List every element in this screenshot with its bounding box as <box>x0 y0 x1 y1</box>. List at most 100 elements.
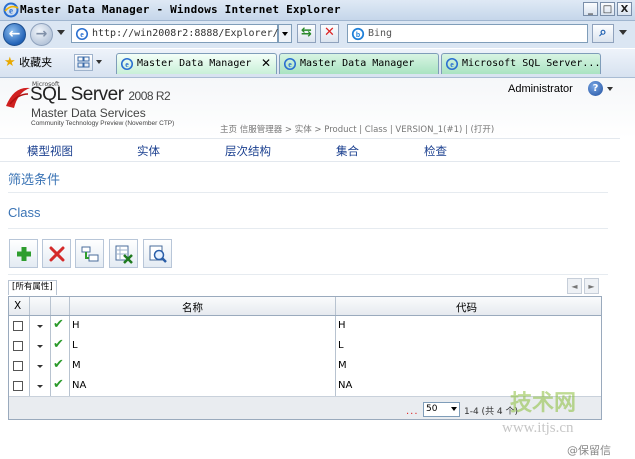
more-pages-indicator[interactable]: ... <box>406 406 419 417</box>
forward-button[interactable]: → <box>30 23 53 46</box>
row-name[interactable]: H <box>72 320 80 331</box>
tab-master-data-manager-2[interactable]: e Master Data Manager <box>279 53 439 74</box>
view-details-button[interactable] <box>143 239 172 268</box>
user-name: Administrator <box>508 83 573 95</box>
help-dropdown-icon[interactable] <box>607 87 613 91</box>
svg-text:e: e <box>450 60 454 69</box>
header-name-label: 名称 <box>182 302 203 314</box>
tab-label: Master Data Manager <box>137 58 252 69</box>
table-row[interactable]: ✔ M M <box>9 356 601 377</box>
search-placeholder: Bing <box>368 28 393 39</box>
tab-sql-server[interactable]: e Microsoft SQL Server... <box>441 53 601 74</box>
menu-collection[interactable]: 集合 <box>336 143 359 159</box>
page-icon: e <box>75 27 89 41</box>
hierarchy-icon <box>81 246 99 262</box>
page-size-select[interactable]: 50 <box>423 402 460 417</box>
row-code[interactable]: H <box>338 320 346 331</box>
help-icon[interactable]: ? <box>588 81 603 96</box>
row-name[interactable]: M <box>72 360 81 371</box>
window-title: Master Data Manager - Windows Internet E… <box>20 3 341 16</box>
row-checkbox[interactable] <box>13 361 23 371</box>
valid-check-icon: ✔ <box>53 377 64 392</box>
next-attributes-button[interactable]: ► <box>584 278 599 294</box>
watermark-logo: 技术网 <box>510 391 577 416</box>
svg-text:e: e <box>80 30 84 39</box>
grid-icon <box>77 56 90 68</box>
close-window-button[interactable]: X <box>617 2 632 16</box>
merge-members-button[interactable] <box>75 239 104 268</box>
watermark-url: www.itjs.cn <box>502 420 574 436</box>
tab-master-data-manager-1[interactable]: e Master Data Manager ✕ <box>116 53 277 74</box>
svg-text:e: e <box>288 60 292 69</box>
menu-model-view[interactable]: 模型视图 <box>27 143 73 159</box>
stop-button[interactable]: ✕ <box>320 24 339 43</box>
back-button[interactable]: ← <box>3 23 26 46</box>
bing-icon: b <box>351 27 365 41</box>
header-code[interactable]: 代码 <box>336 297 601 315</box>
url-dropdown-button[interactable] <box>278 24 292 43</box>
header-select-cell[interactable]: X <box>9 297 30 315</box>
search-input[interactable]: b Bing <box>347 24 588 43</box>
title-bar: e Master Data Manager - Windows Internet… <box>0 0 635 21</box>
row-menu-icon[interactable] <box>37 325 43 328</box>
history-dropdown-icon[interactable] <box>57 30 65 35</box>
table-row[interactable]: ✔ H H <box>9 316 601 337</box>
tab-label: Master Data Manager <box>300 58 415 69</box>
header-code-label: 代码 <box>456 302 477 314</box>
maximize-button[interactable]: □ <box>600 2 615 16</box>
row-menu-icon[interactable] <box>37 365 43 368</box>
search-button[interactable]: ⌕ <box>592 24 614 43</box>
refresh-button[interactable]: ⇆ <box>297 24 316 43</box>
header-name[interactable]: 名称 <box>70 297 336 315</box>
svg-text:e: e <box>125 60 129 69</box>
row-name[interactable]: NA <box>72 380 86 391</box>
export-excel-button[interactable] <box>109 239 138 268</box>
row-code[interactable]: L <box>338 340 344 351</box>
excel-icon <box>115 245 133 264</box>
row-menu-icon[interactable] <box>37 345 43 348</box>
ctp-label: Community Technology Preview (November C… <box>31 120 175 127</box>
row-checkbox[interactable] <box>13 321 23 331</box>
row-checkbox[interactable] <box>13 341 23 351</box>
url-input[interactable]: e http://win2008r2:8888/Explorer/ <box>71 24 278 43</box>
tab-page-icon: e <box>283 57 297 71</box>
favorites-star-icon: ★ <box>4 55 16 70</box>
product-name: SQL Server 2008 R2 <box>30 84 171 106</box>
table-row[interactable]: ✔ L L <box>9 336 601 357</box>
delete-member-button[interactable] <box>42 239 71 268</box>
row-menu-icon[interactable] <box>37 385 43 388</box>
close-tab-icon[interactable]: ✕ <box>261 56 271 70</box>
all-attributes-tab[interactable]: [所有属性] <box>8 280 57 295</box>
menu-entity[interactable]: 实体 <box>137 143 160 159</box>
header-status-cell <box>51 297 70 315</box>
valid-check-icon: ✔ <box>53 317 64 332</box>
delete-x-icon <box>49 246 65 262</box>
breadcrumb[interactable]: 主页 信服管理器 > 实体 > Product | Class | VERSIO… <box>220 123 494 135</box>
stop-icon: ✕ <box>324 25 335 40</box>
magnifier-icon <box>149 245 167 263</box>
search-options-dropdown-icon[interactable] <box>619 30 627 35</box>
filter-title[interactable]: 筛选条件 <box>8 169 60 188</box>
row-code[interactable]: NA <box>338 380 352 391</box>
minimize-button[interactable]: _ <box>583 2 598 16</box>
divider <box>8 274 608 275</box>
row-checkbox[interactable] <box>13 381 23 391</box>
row-name[interactable]: L <box>72 340 78 351</box>
prev-attributes-button[interactable]: ◄ <box>567 278 582 294</box>
tab-page-icon: e <box>445 57 459 71</box>
tab-bar: ★ 收藏夹 e Master Data Manager ✕ e Master D… <box>0 49 635 78</box>
divider <box>8 228 608 229</box>
app-header: Microsoft SQL Server 2008 R2 Master Data… <box>0 78 635 138</box>
forward-arrow-icon: → <box>35 26 48 42</box>
valid-check-icon: ✔ <box>53 357 64 372</box>
row-code[interactable]: M <box>338 360 347 371</box>
favorites-button[interactable]: ★ 收藏夹 <box>4 54 52 70</box>
add-member-button[interactable] <box>9 239 38 268</box>
menu-hierarchy[interactable]: 层次结构 <box>225 143 271 159</box>
menu-check[interactable]: 检查 <box>424 143 447 159</box>
url-text: http://win2008r2:8888/Explorer/ <box>92 28 278 39</box>
entity-title: Class <box>8 205 41 220</box>
tab-list-dropdown-icon[interactable] <box>96 60 102 64</box>
clear-selection-icon[interactable]: X <box>14 300 21 312</box>
quick-tabs-button[interactable] <box>74 54 93 71</box>
